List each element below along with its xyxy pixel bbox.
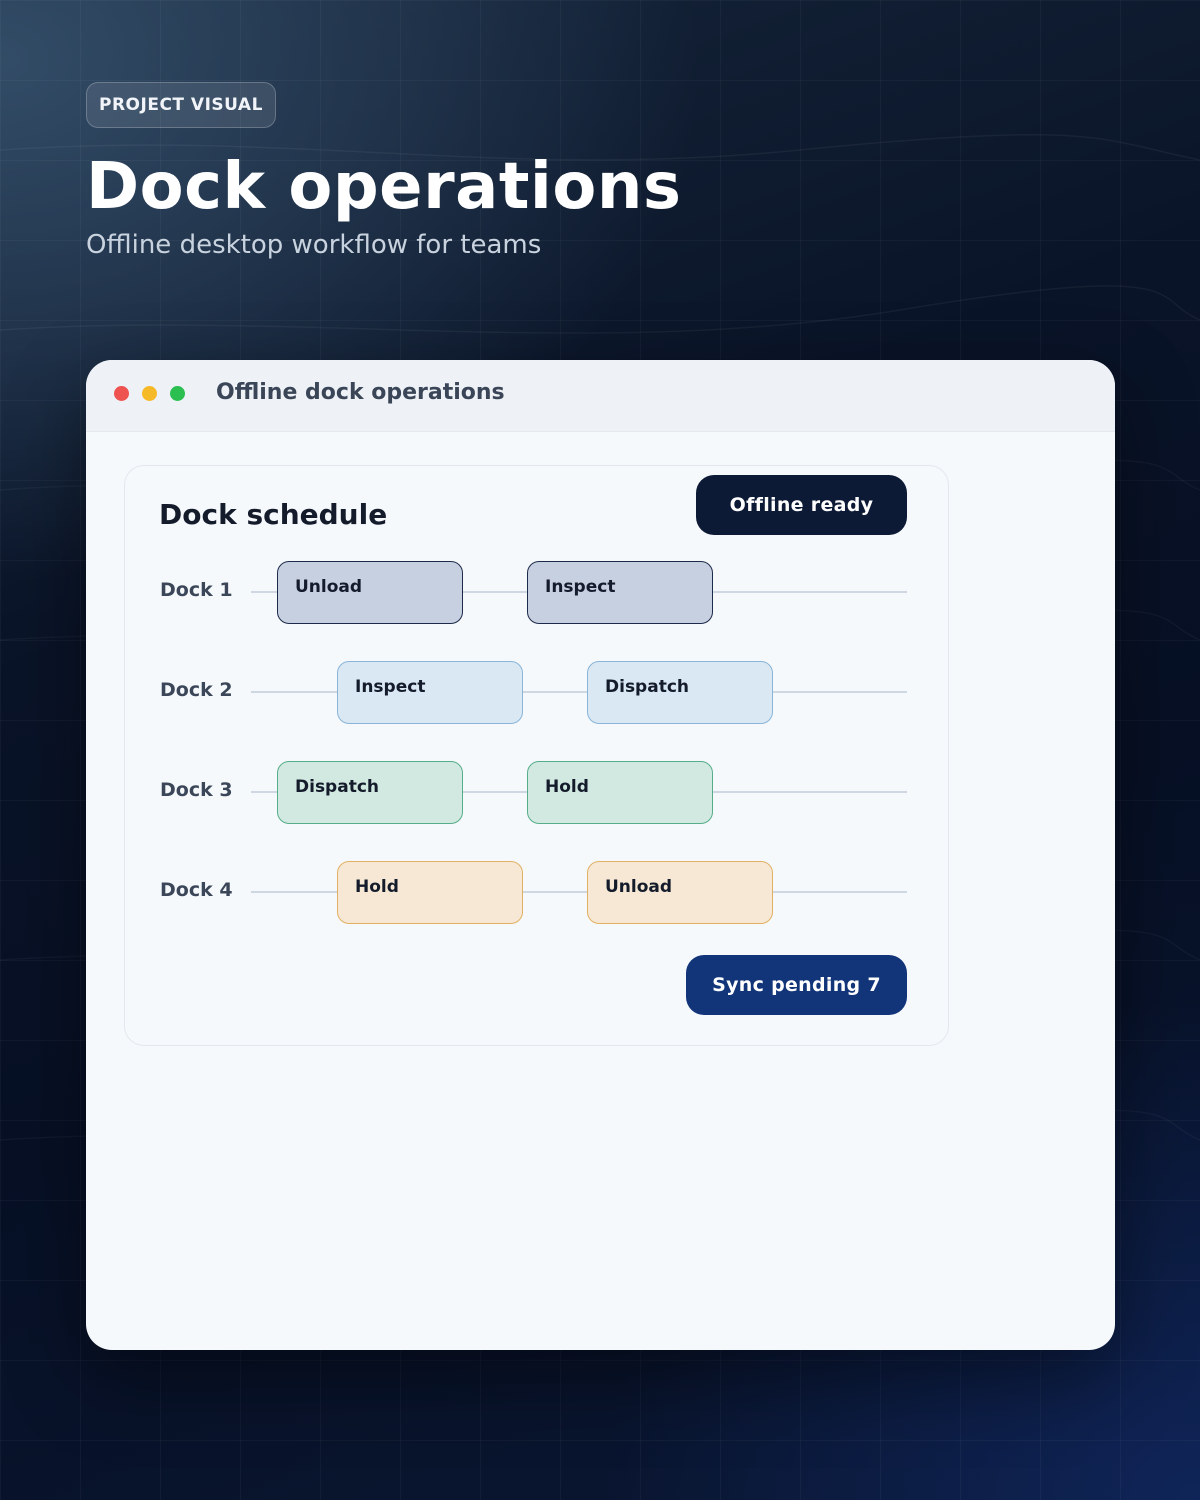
maximize-window-icon[interactable] xyxy=(170,386,185,401)
task-block[interactable]: Unload xyxy=(277,561,463,624)
dock-label: Dock 3 xyxy=(160,779,233,801)
dock-label: Dock 1 xyxy=(160,579,233,601)
task-block[interactable]: Hold xyxy=(337,861,523,924)
window-title: Offline dock operations xyxy=(216,380,505,405)
schedule-title: Dock schedule xyxy=(159,498,388,531)
task-block[interactable]: Inspect xyxy=(337,661,523,724)
dock-schedule-card: Dock schedule Offline ready Dock 1 Unloa… xyxy=(124,465,949,1046)
task-block[interactable]: Hold xyxy=(527,761,713,824)
dock-label: Dock 4 xyxy=(160,879,233,901)
minimize-window-icon[interactable] xyxy=(142,386,157,401)
dock-lane: Dock 3 Dispatch Hold xyxy=(125,761,948,825)
dock-lane: Dock 1 Unload Inspect xyxy=(125,561,948,625)
dock-lane: Dock 4 Hold Unload xyxy=(125,861,948,925)
hero-subtitle: Offline desktop workflow for teams xyxy=(86,230,542,260)
task-block[interactable]: Dispatch xyxy=(587,661,773,724)
project-badge: PROJECT VISUAL xyxy=(86,82,276,128)
app-window: Offline dock operations Dock schedule Of… xyxy=(86,360,1115,1350)
task-block[interactable]: Unload xyxy=(587,861,773,924)
dock-lane: Dock 2 Inspect Dispatch xyxy=(125,661,948,725)
offline-status-badge: Offline ready xyxy=(696,475,907,535)
hero-title: Dock operations xyxy=(86,150,682,224)
window-titlebar: Offline dock operations xyxy=(86,360,1115,432)
task-block[interactable]: Inspect xyxy=(527,561,713,624)
dock-label: Dock 2 xyxy=(160,679,233,701)
task-block[interactable]: Dispatch xyxy=(277,761,463,824)
sync-pending-button[interactable]: Sync pending 7 xyxy=(686,955,907,1015)
close-window-icon[interactable] xyxy=(114,386,129,401)
